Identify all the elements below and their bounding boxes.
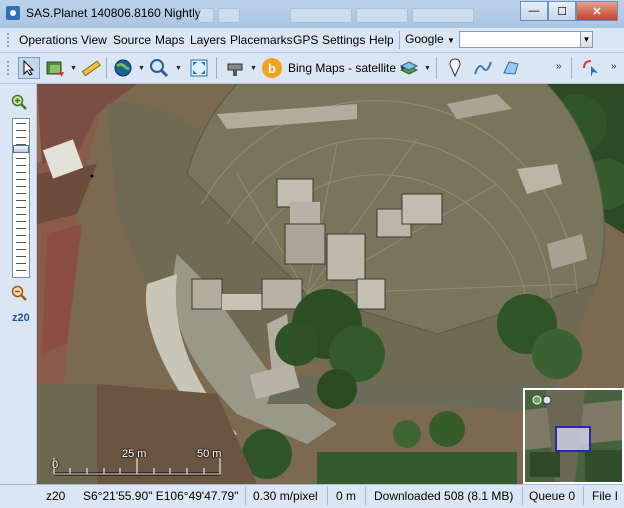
toolbar-overflow-button[interactable]: »: [611, 61, 617, 72]
menu-operations[interactable]: Operations: [19, 33, 78, 47]
status-separator: [583, 487, 584, 505]
menu-view[interactable]: View: [81, 33, 107, 47]
status-zoom: z20: [46, 489, 66, 503]
menu-maps[interactable]: Maps: [155, 33, 184, 47]
bing-icon: b: [262, 58, 282, 78]
window-controls: — ☐ ✕: [520, 1, 618, 21]
map-source-select[interactable]: b Bing Maps - satellite ▼: [262, 58, 406, 78]
status-downloaded: Downloaded 508 (8.1 MB): [374, 489, 514, 503]
search-dropdown-button[interactable]: ▼: [580, 31, 593, 48]
status-separator: [522, 487, 523, 505]
status-separator: [365, 487, 366, 505]
menu-help[interactable]: Help: [369, 33, 394, 47]
minimap-imagery: [525, 390, 622, 482]
chevron-down-icon[interactable]: ▼: [175, 65, 182, 72]
search-provider-label: Google: [405, 32, 444, 46]
search-input[interactable]: [459, 31, 592, 48]
app-icon: [6, 6, 20, 20]
map-source-label: Bing Maps - satellite: [288, 61, 397, 75]
ruler-icon[interactable]: [80, 57, 102, 79]
minimize-button[interactable]: —: [520, 1, 548, 21]
toolbar-separator: [106, 57, 107, 79]
status-coordinates: S6°21'55.90" E106°49'47.79": [83, 489, 239, 503]
status-bar: z20 S6°21'55.90" E106°49'47.79" 0.30 m/p…: [0, 484, 624, 508]
status-altitude: 0 m: [336, 489, 357, 503]
chevron-down-icon: ▼: [447, 36, 455, 45]
toolbar-separator: [436, 57, 437, 79]
fullscreen-icon[interactable]: [188, 57, 210, 79]
satellite-icon[interactable]: [224, 57, 246, 79]
menu-separator: [399, 31, 400, 49]
status-separator: [327, 487, 328, 505]
chevron-down-icon[interactable]: ▼: [250, 65, 257, 72]
status-separator: [245, 487, 246, 505]
minimap[interactable]: [523, 388, 624, 484]
zoom-out-icon[interactable]: [11, 285, 27, 301]
maximize-button[interactable]: ☐: [548, 1, 576, 21]
main-toolbar: ▼ ▼ ▼ ▼ b Bing Maps - satellite ▼ ▼ » »: [0, 53, 624, 84]
layers-icon[interactable]: [398, 57, 420, 79]
placemark-icon[interactable]: [444, 57, 466, 79]
window-title: SAS.Planet 140806.8160 Nightly: [26, 6, 201, 20]
polygon-icon[interactable]: [500, 57, 522, 79]
menu-bar: Operations View Source Maps Layers Place…: [0, 28, 624, 53]
status-queue: Queue 0: [529, 489, 576, 503]
gps-icon[interactable]: [580, 57, 602, 79]
zoom-icon[interactable]: [148, 57, 170, 79]
scale-bar: 0 25 m 50 m: [52, 448, 232, 478]
blurred-background: [198, 8, 214, 23]
toolbar-grip-icon[interactable]: [6, 60, 10, 76]
zoom-level-label: z20: [12, 312, 30, 324]
blurred-background: [356, 8, 408, 23]
zoom-in-icon[interactable]: [11, 94, 27, 110]
zoom-slider-thumb[interactable]: [13, 145, 29, 153]
toolbar-grip-icon[interactable]: [6, 32, 10, 48]
blurred-background: [290, 8, 352, 23]
zoom-panel: z20: [0, 84, 37, 484]
zoom-slider[interactable]: [12, 118, 30, 278]
status-file: File I: [592, 489, 619, 503]
scale-label-50: 50 m: [197, 448, 222, 460]
search-provider-select[interactable]: Google ▼: [405, 32, 455, 48]
scale-label-0: 0: [52, 459, 59, 471]
select-arrow-icon[interactable]: [18, 57, 40, 79]
status-resolution: 0.30 m/pixel: [253, 489, 318, 503]
toolbar-separator: [571, 57, 572, 79]
menu-placemarks[interactable]: Placemarks: [230, 33, 293, 47]
path-icon[interactable]: [472, 57, 494, 79]
globe-icon[interactable]: [112, 57, 134, 79]
chevron-down-icon[interactable]: ▼: [138, 65, 145, 72]
title-bar: SAS.Planet 140806.8160 Nightly — ☐ ✕: [0, 0, 624, 29]
menu-gps[interactable]: GPS: [293, 33, 318, 47]
scale-label-25: 25 m: [122, 448, 147, 460]
toolbar-overflow-button[interactable]: »: [556, 61, 562, 72]
menu-source[interactable]: Source: [113, 33, 151, 47]
menu-layers[interactable]: Layers: [190, 33, 226, 47]
close-button[interactable]: ✕: [576, 1, 618, 21]
menu-settings[interactable]: Settings: [322, 33, 365, 47]
blurred-background: [412, 8, 474, 23]
layers-move-icon[interactable]: [44, 57, 66, 79]
blurred-background: [218, 8, 240, 23]
chevron-down-icon[interactable]: ▼: [424, 65, 431, 72]
chevron-down-icon[interactable]: ▼: [70, 65, 77, 72]
toolbar-separator: [216, 57, 217, 79]
